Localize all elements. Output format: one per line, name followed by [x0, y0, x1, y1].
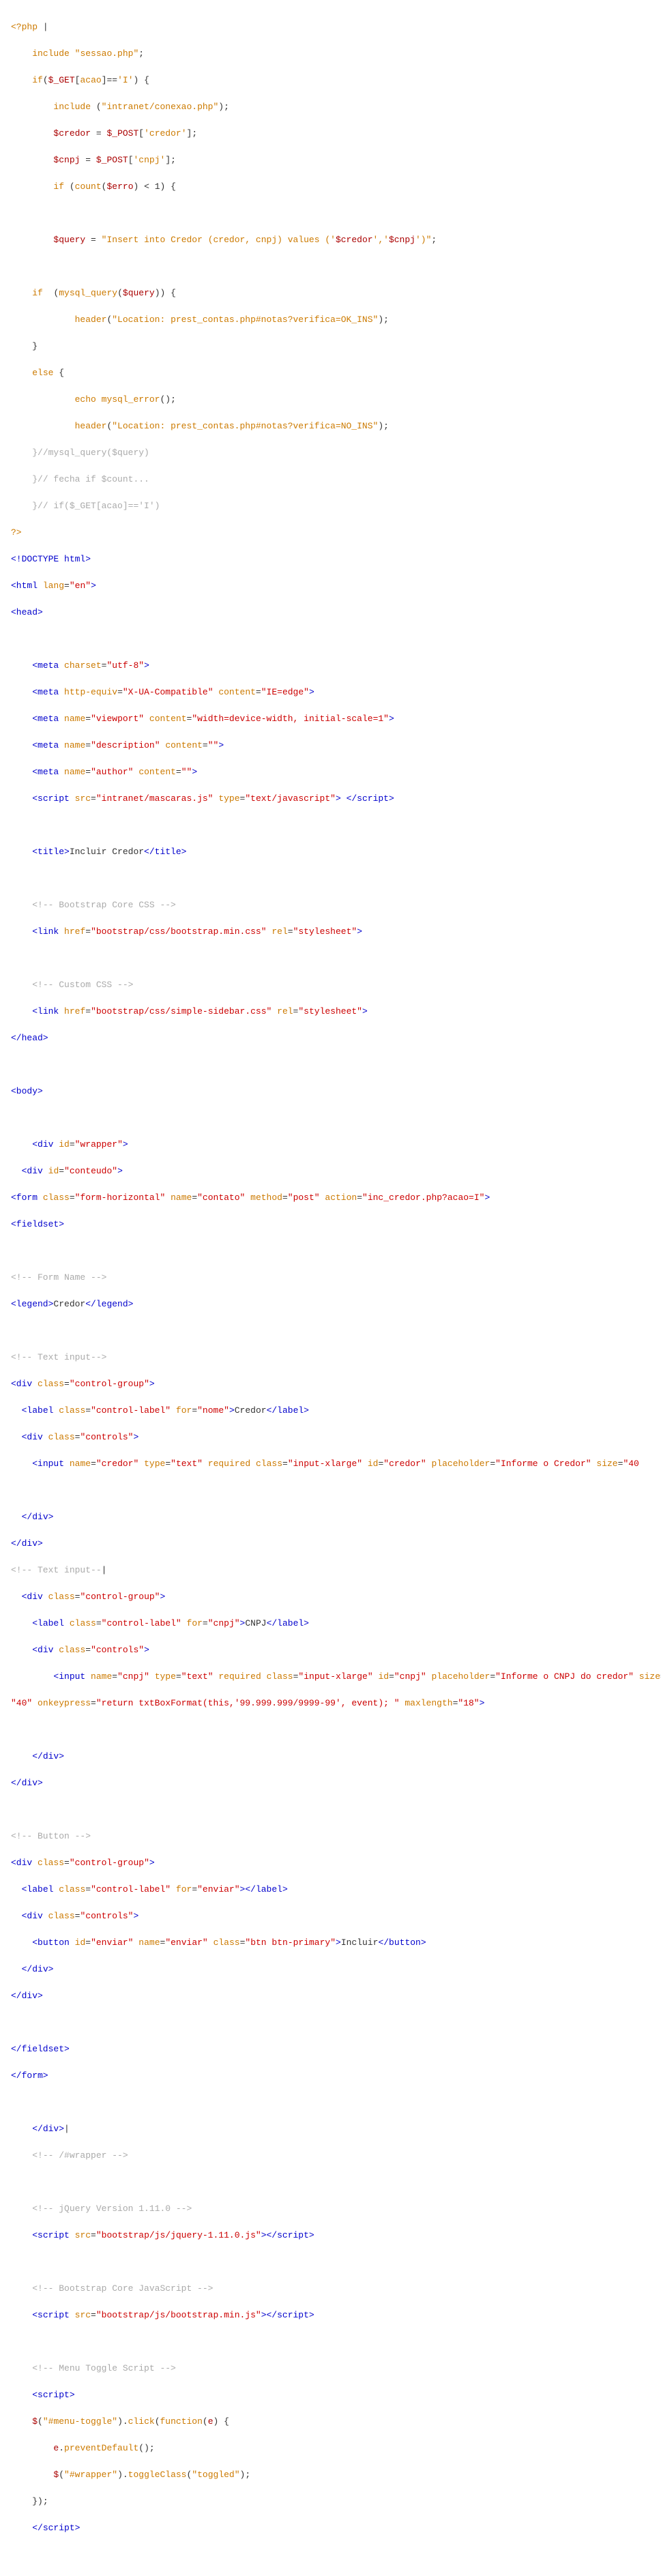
line-81: <!-- /#wrapper -->: [11, 2149, 650, 2163]
line-2: include "sessao.php";: [11, 47, 650, 61]
line-28: <meta name="description" content="">: [11, 739, 650, 752]
line-52: <div class="control-group">: [11, 1377, 650, 1391]
line-41: <body>: [11, 1085, 650, 1098]
line-5: $credor = $_POST['credor'];: [11, 127, 650, 141]
line-12: header("Location: prest_contas.php#notas…: [11, 313, 650, 327]
line-38: <link href="bootstrap/css/simple-sidebar…: [11, 1005, 650, 1019]
line-25: <meta charset="utf-8">: [11, 659, 650, 673]
line-29: <meta name="author" content="">: [11, 765, 650, 779]
line-55: <input name="credor" type="text" require…: [11, 1457, 650, 1471]
line-10: [11, 260, 650, 274]
line-73: <button id="enviar" name="enviar" class=…: [11, 1936, 650, 1950]
line-7: if (count($erro) < 1) {: [11, 180, 650, 194]
line-44: <div id="conteudo">: [11, 1165, 650, 1178]
line-51: <!-- Text input-->: [11, 1351, 650, 1364]
line-27: <meta name="viewport" content="width=dev…: [11, 712, 650, 726]
line-85: [11, 2255, 650, 2269]
line-77: </fieldset>: [11, 2043, 650, 2056]
line-94: });: [11, 2495, 650, 2508]
line-16: header("Location: prest_contas.php#notas…: [11, 420, 650, 433]
line-69: <!-- Button -->: [11, 1830, 650, 1843]
line-20: ?>: [11, 526, 650, 540]
line-24: [11, 632, 650, 646]
line-34: <!-- Bootstrap Core CSS -->: [11, 898, 650, 912]
line-87: <script src="bootstrap/js/bootstrap.min.…: [11, 2309, 650, 2322]
line-83: <!-- jQuery Version 1.11.0 -->: [11, 2202, 650, 2216]
line-66: </div>: [11, 1750, 650, 1763]
line-91: $("#menu-toggle").click(function(e) {: [11, 2415, 650, 2429]
line-19: }// if($_GET[acao]=='I'): [11, 499, 650, 513]
line-26: <meta http-equiv="X-UA-Compatible" conte…: [11, 686, 650, 699]
line-8: [11, 207, 650, 220]
line-45: <form class="form-horizontal" name="cont…: [11, 1191, 650, 1205]
line-32: <title>Incluir Credor</title>: [11, 845, 650, 859]
line-96: [11, 2548, 650, 2562]
line-22: <html lang="en">: [11, 579, 650, 593]
code-editor: <?php | include "sessao.php"; if($_GET[a…: [0, 0, 661, 2576]
line-17: }//mysql_query($query): [11, 446, 650, 460]
line-11: if (mysql_query($query)) {: [11, 287, 650, 300]
line-71: <label class="control-label" for="enviar…: [11, 1883, 650, 1897]
line-67: </div>: [11, 1776, 650, 1790]
line-54: <div class="controls">: [11, 1431, 650, 1444]
line-6: $cnpj = $_POST['cnpj'];: [11, 153, 650, 167]
line-30: <script src="intranet/mascaras.js" type=…: [11, 792, 650, 806]
line-57: </div>: [11, 1510, 650, 1524]
line-21: <!DOCTYPE html>: [11, 553, 650, 566]
line-47: [11, 1244, 650, 1258]
line-13: }: [11, 340, 650, 353]
line-48: <!-- Form Name -->: [11, 1271, 650, 1285]
line-35: <link href="bootstrap/css/bootstrap.min.…: [11, 925, 650, 939]
line-49: <legend>Credor</legend>: [11, 1298, 650, 1311]
line-1: <?php |: [11, 20, 650, 34]
line-59: <!-- Text input--|: [11, 1564, 650, 1577]
line-58: </div>: [11, 1537, 650, 1551]
line-56: [11, 1484, 650, 1497]
line-46: <fieldset>: [11, 1218, 650, 1231]
line-53: <label class="control-label" for="nome">…: [11, 1404, 650, 1418]
line-74: </div>: [11, 1963, 650, 1976]
line-4: include ("intranet/conexao.php");: [11, 100, 650, 114]
line-70: <div class="control-group">: [11, 1856, 650, 1870]
line-68: [11, 1803, 650, 1817]
line-9: $query = "Insert into Credor (credor, cn…: [11, 233, 650, 247]
line-80: </div>|: [11, 2122, 650, 2136]
line-3: if($_GET[acao]=='I') {: [11, 74, 650, 87]
line-82: [11, 2176, 650, 2189]
line-84: <script src="bootstrap/js/jquery-1.11.0.…: [11, 2229, 650, 2242]
line-90: <script>: [11, 2388, 650, 2402]
line-31: [11, 819, 650, 832]
line-36: [11, 952, 650, 965]
line-76: [11, 2016, 650, 2030]
line-62: <div class="controls">: [11, 1643, 650, 1657]
line-42: [11, 1111, 650, 1125]
line-79: [11, 2096, 650, 2109]
line-40: [11, 1058, 650, 1072]
line-18: }// fecha if $count...: [11, 473, 650, 486]
line-23: <head>: [11, 606, 650, 619]
line-97: </body>: [11, 2575, 650, 2576]
line-60: <div class="control-group">: [11, 1590, 650, 1604]
line-33: [11, 872, 650, 886]
line-86: <!-- Bootstrap Core JavaScript -->: [11, 2282, 650, 2296]
line-50: [11, 1324, 650, 1338]
line-89: <!-- Menu Toggle Script -->: [11, 2362, 650, 2375]
line-88: [11, 2335, 650, 2349]
line-43: <div id="wrapper">: [11, 1138, 650, 1152]
line-64: "40" onkeypress="return txtBoxFormat(thi…: [11, 1697, 650, 1710]
line-63: <input name="cnpj" type="text" required …: [11, 1670, 650, 1684]
line-61: <label class="control-label" for="cnpj">…: [11, 1617, 650, 1630]
line-72: <div class="controls">: [11, 1909, 650, 1923]
line-75: </div>: [11, 1989, 650, 2003]
line-78: </form>: [11, 2069, 650, 2083]
line-15: echo mysql_error();: [11, 393, 650, 407]
line-65: [11, 1723, 650, 1737]
line-93: $("#wrapper").toggleClass("toggled");: [11, 2468, 650, 2482]
line-39: </head>: [11, 1031, 650, 1045]
line-37: <!-- Custom CSS -->: [11, 978, 650, 992]
line-14: else {: [11, 366, 650, 380]
line-95: </script>: [11, 2521, 650, 2535]
line-92: e.preventDefault();: [11, 2442, 650, 2455]
